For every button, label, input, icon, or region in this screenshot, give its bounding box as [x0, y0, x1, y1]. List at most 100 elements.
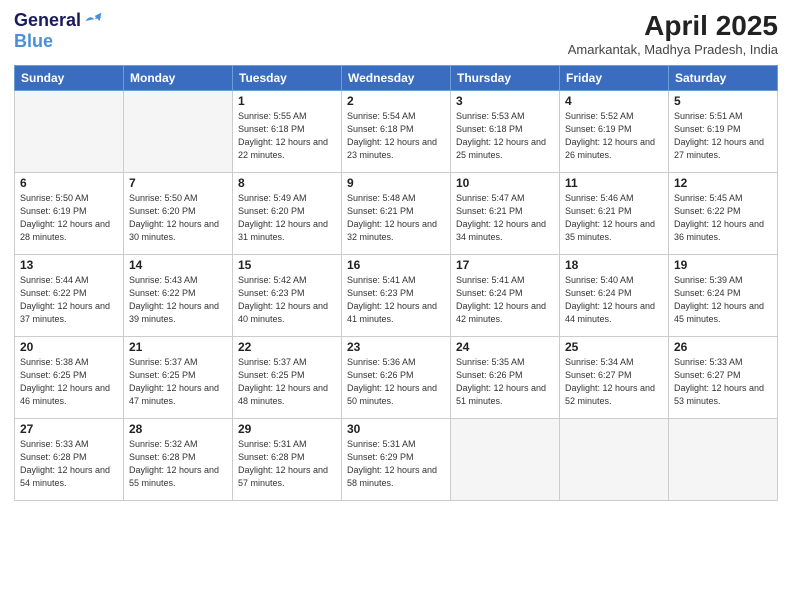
logo-blue-text: Blue [14, 31, 53, 52]
calendar-cell: 3Sunrise: 5:53 AMSunset: 6:18 PMDaylight… [451, 91, 560, 173]
logo-text: General [14, 10, 103, 31]
sun-info: Sunrise: 5:47 AMSunset: 6:21 PMDaylight:… [456, 192, 554, 244]
header: General Blue April 2025 Amarkantak, Madh… [14, 10, 778, 57]
calendar-cell: 27 Sunrise: 5:33 AMSunset: 6:28 PMDayligh… [15, 419, 124, 501]
day-number: 29 [238, 422, 336, 436]
calendar-cell: 21Sunrise: 5:37 AMSunset: 6:25 PMDayligh… [124, 337, 233, 419]
day-number: 27 [20, 422, 118, 436]
month-year: April 2025 [568, 10, 778, 42]
day-number: 1 [238, 94, 336, 108]
sun-info: Sunrise: 5:49 AMSunset: 6:20 PMDaylight:… [238, 192, 336, 244]
sun-info: Sunrise: 5:33 AMSunset: 6:28 PMDaylight:… [20, 438, 118, 490]
sun-info: Sunrise: 5:43 AMSunset: 6:22 PMDaylight:… [129, 274, 227, 326]
page: General Blue April 2025 Amarkantak, Madh… [0, 0, 792, 612]
sun-info: Sunrise: 5:52 AMSunset: 6:19 PMDaylight:… [565, 110, 663, 162]
calendar-cell: 20 Sunrise: 5:38 AMSunset: 6:25 PMDayligh… [15, 337, 124, 419]
day-number: 24 [456, 340, 554, 354]
sun-info: Sunrise: 5:37 AMSunset: 6:25 PMDaylight:… [238, 356, 336, 408]
calendar-cell: 16 Sunrise: 5:41 AMSunset: 6:23 PMDayligh… [342, 255, 451, 337]
calendar-cell: 8 Sunrise: 5:49 AMSunset: 6:20 PMDaylight… [233, 173, 342, 255]
calendar-week-4: 20 Sunrise: 5:38 AMSunset: 6:25 PMDayligh… [15, 337, 778, 419]
day-number: 9 [347, 176, 445, 190]
logo-icon [83, 11, 103, 31]
logo: General Blue [14, 10, 103, 52]
calendar-week-5: 27 Sunrise: 5:33 AMSunset: 6:28 PMDayligh… [15, 419, 778, 501]
day-number: 15 [238, 258, 336, 272]
calendar-cell: 15 Sunrise: 5:42 AMSunset: 6:23 PMDayligh… [233, 255, 342, 337]
title-block: April 2025 Amarkantak, Madhya Pradesh, I… [568, 10, 778, 57]
calendar-header-row: SundayMondayTuesdayWednesdayThursdayFrid… [15, 66, 778, 91]
day-number: 18 [565, 258, 663, 272]
day-number: 20 [20, 340, 118, 354]
calendar-cell: 1 Sunrise: 5:55 AMSunset: 6:18 PMDaylight… [233, 91, 342, 173]
day-header-wednesday: Wednesday [342, 66, 451, 91]
sun-info: Sunrise: 5:51 AMSunset: 6:19 PMDaylight:… [674, 110, 772, 162]
day-number: 8 [238, 176, 336, 190]
day-header-sunday: Sunday [15, 66, 124, 91]
calendar-cell: 28 Sunrise: 5:32 AMSunset: 6:28 PMDayligh… [124, 419, 233, 501]
day-number: 7 [129, 176, 227, 190]
calendar-cell: 9 Sunrise: 5:48 AMSunset: 6:21 PMDaylight… [342, 173, 451, 255]
sun-info: Sunrise: 5:46 AMSunset: 6:21 PMDaylight:… [565, 192, 663, 244]
sun-info: Sunrise: 5:32 AMSunset: 6:28 PMDaylight:… [129, 438, 227, 490]
day-header-saturday: Saturday [669, 66, 778, 91]
sun-info: Sunrise: 5:41 AMSunset: 6:23 PMDaylight:… [347, 274, 445, 326]
calendar-cell: 26Sunrise: 5:33 AMSunset: 6:27 PMDayligh… [669, 337, 778, 419]
sun-info: Sunrise: 5:50 AMSunset: 6:20 PMDaylight:… [129, 192, 227, 244]
calendar-cell: 12Sunrise: 5:45 AMSunset: 6:22 PMDayligh… [669, 173, 778, 255]
calendar-cell: 10 Sunrise: 5:47 AMSunset: 6:21 PMDayligh… [451, 173, 560, 255]
day-number: 11 [565, 176, 663, 190]
calendar-cell: 11 Sunrise: 5:46 AMSunset: 6:21 PMDayligh… [560, 173, 669, 255]
calendar-cell [560, 419, 669, 501]
day-number: 13 [20, 258, 118, 272]
day-number: 14 [129, 258, 227, 272]
day-header-friday: Friday [560, 66, 669, 91]
calendar-week-2: 6Sunrise: 5:50 AMSunset: 6:19 PMDaylight… [15, 173, 778, 255]
sun-info: Sunrise: 5:39 AMSunset: 6:24 PMDaylight:… [674, 274, 772, 326]
calendar-cell: 24 Sunrise: 5:35 AMSunset: 6:26 PMDayligh… [451, 337, 560, 419]
calendar-cell [669, 419, 778, 501]
calendar-cell [124, 91, 233, 173]
calendar: SundayMondayTuesdayWednesdayThursdayFrid… [14, 65, 778, 501]
day-number: 17 [456, 258, 554, 272]
calendar-cell: 13 Sunrise: 5:44 AMSunset: 6:22 PMDayligh… [15, 255, 124, 337]
day-number: 5 [674, 94, 772, 108]
day-number: 22 [238, 340, 336, 354]
sun-info: Sunrise: 5:48 AMSunset: 6:21 PMDaylight:… [347, 192, 445, 244]
day-number: 16 [347, 258, 445, 272]
calendar-week-1: 1 Sunrise: 5:55 AMSunset: 6:18 PMDaylight… [15, 91, 778, 173]
day-number: 2 [347, 94, 445, 108]
sun-info: Sunrise: 5:55 AMSunset: 6:18 PMDaylight:… [238, 110, 336, 162]
calendar-cell: 7 Sunrise: 5:50 AMSunset: 6:20 PMDaylight… [124, 173, 233, 255]
calendar-cell: 22 Sunrise: 5:37 AMSunset: 6:25 PMDayligh… [233, 337, 342, 419]
day-header-tuesday: Tuesday [233, 66, 342, 91]
sun-info: Sunrise: 5:42 AMSunset: 6:23 PMDaylight:… [238, 274, 336, 326]
calendar-cell: 23Sunrise: 5:36 AMSunset: 6:26 PMDayligh… [342, 337, 451, 419]
day-number: 30 [347, 422, 445, 436]
sun-info: Sunrise: 5:35 AMSunset: 6:26 PMDaylight:… [456, 356, 554, 408]
sun-info: Sunrise: 5:31 AMSunset: 6:28 PMDaylight:… [238, 438, 336, 490]
calendar-cell: 30Sunrise: 5:31 AMSunset: 6:29 PMDayligh… [342, 419, 451, 501]
calendar-cell: 4 Sunrise: 5:52 AMSunset: 6:19 PMDaylight… [560, 91, 669, 173]
sun-info: Sunrise: 5:33 AMSunset: 6:27 PMDaylight:… [674, 356, 772, 408]
calendar-cell: 6Sunrise: 5:50 AMSunset: 6:19 PMDaylight… [15, 173, 124, 255]
sun-info: Sunrise: 5:44 AMSunset: 6:22 PMDaylight:… [20, 274, 118, 326]
sun-info: Sunrise: 5:37 AMSunset: 6:25 PMDaylight:… [129, 356, 227, 408]
calendar-cell [451, 419, 560, 501]
day-number: 10 [456, 176, 554, 190]
day-number: 28 [129, 422, 227, 436]
calendar-cell: 25Sunrise: 5:34 AMSunset: 6:27 PMDayligh… [560, 337, 669, 419]
calendar-cell: 18 Sunrise: 5:40 AMSunset: 6:24 PMDayligh… [560, 255, 669, 337]
day-number: 23 [347, 340, 445, 354]
sun-info: Sunrise: 5:38 AMSunset: 6:25 PMDaylight:… [20, 356, 118, 408]
day-number: 4 [565, 94, 663, 108]
calendar-cell: 19Sunrise: 5:39 AMSunset: 6:24 PMDayligh… [669, 255, 778, 337]
calendar-cell: 29 Sunrise: 5:31 AMSunset: 6:28 PMDayligh… [233, 419, 342, 501]
calendar-cell: 17Sunrise: 5:41 AMSunset: 6:24 PMDayligh… [451, 255, 560, 337]
sun-info: Sunrise: 5:40 AMSunset: 6:24 PMDaylight:… [565, 274, 663, 326]
calendar-cell: 5 Sunrise: 5:51 AMSunset: 6:19 PMDaylight… [669, 91, 778, 173]
day-header-monday: Monday [124, 66, 233, 91]
sun-info: Sunrise: 5:45 AMSunset: 6:22 PMDaylight:… [674, 192, 772, 244]
day-header-thursday: Thursday [451, 66, 560, 91]
logo-general: General [14, 10, 81, 31]
